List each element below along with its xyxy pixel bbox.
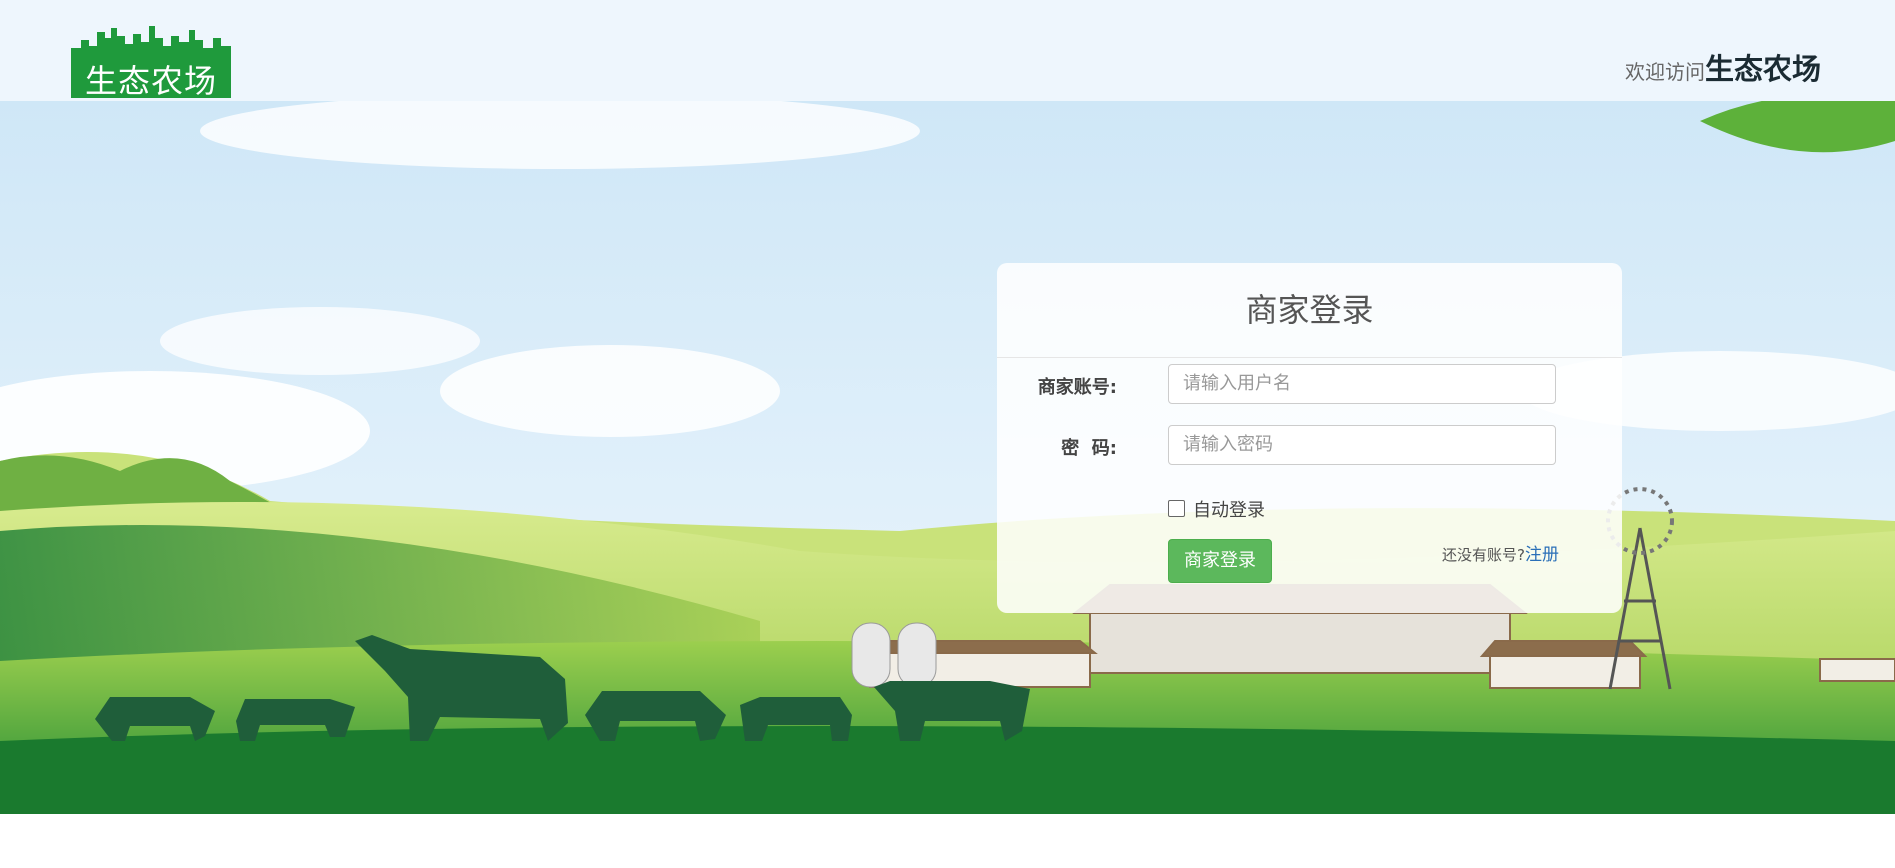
password-input[interactable]: 请输入密码 <box>1168 425 1556 465</box>
top-header: 生态农场 欢迎访问生态农场 <box>0 0 1895 101</box>
password-label: 密 码: <box>1061 438 1117 459</box>
site-logo[interactable]: 生态农场 <box>71 24 231 98</box>
welcome-message: 欢迎访问生态农场 <box>1625 46 1821 88</box>
register-prompt: 还没有账号?注册 <box>1442 540 1559 565</box>
password-placeholder: 请输入密码 <box>1183 434 1273 455</box>
account-placeholder: 请输入用户名 <box>1183 373 1291 394</box>
logo-text: 生态农场 <box>71 64 231 98</box>
auto-login-label[interactable]: 自动登录 <box>1193 496 1265 522</box>
city-skyline-icon <box>71 26 231 66</box>
panel-title: 商家登录 <box>997 263 1622 358</box>
welcome-brand: 生态农场 <box>1704 52 1821 86</box>
merchant-login-panel: 商家登录 商家账号: 请输入用户名 密 码: 请输入密码 自动登录 商家登录 还… <box>997 263 1622 613</box>
register-prompt-text: 还没有账号? <box>1442 546 1525 564</box>
auto-login-checkbox[interactable] <box>1168 500 1185 517</box>
account-input[interactable]: 请输入用户名 <box>1168 364 1556 404</box>
welcome-prefix: 欢迎访问 <box>1624 60 1705 84</box>
register-link[interactable]: 注册 <box>1525 545 1559 565</box>
account-label: 商家账号: <box>1037 377 1117 398</box>
merchant-login-button[interactable]: 商家登录 <box>1168 539 1272 583</box>
